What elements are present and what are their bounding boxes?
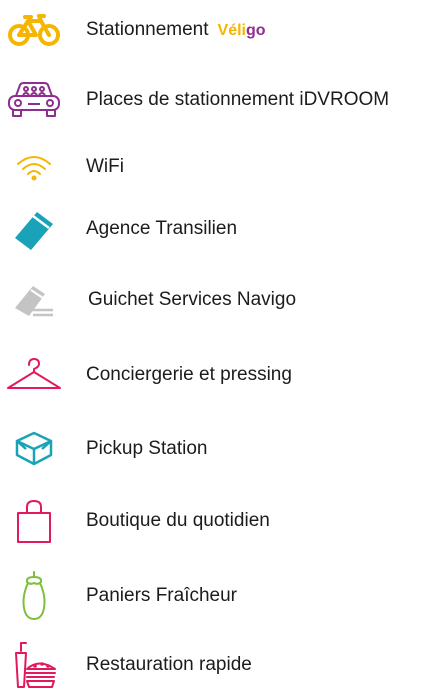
service-item-boutique[interactable]: Boutique du quotidien — [0, 486, 431, 556]
service-label: Conciergerie et pressing — [86, 364, 292, 385]
service-label: Paniers Fraîcheur — [86, 585, 238, 606]
ticket-card-icon — [4, 201, 64, 257]
service-item-conciergerie[interactable]: Conciergerie et pressing — [0, 340, 431, 410]
bicycle-icon — [4, 2, 64, 58]
navigo-pass-icon — [4, 272, 64, 328]
carpool-car-icon — [4, 72, 64, 128]
service-item-agence-transilien[interactable]: Agence Transilien — [0, 194, 431, 264]
service-item-wifi[interactable]: WiFi — [0, 132, 431, 202]
service-label: Stationnement — [86, 19, 209, 40]
service-label: Boutique du quotidien — [86, 510, 270, 531]
service-item-paniers-fraicheur[interactable]: Paniers Fraîcheur — [0, 561, 431, 631]
wifi-icon — [4, 139, 64, 195]
service-item-guichet-navigo[interactable]: Guichet Services Navigo — [0, 265, 431, 335]
service-item-idvroom[interactable]: Places de stationnement iDVROOM — [0, 65, 431, 135]
shopping-bag-icon — [4, 493, 64, 549]
service-label: Places de stationnement iDVROOM — [86, 89, 390, 110]
service-label: WiFi — [86, 156, 124, 177]
veligo-logo: Véligo — [217, 22, 266, 39]
clothes-hanger-icon — [4, 347, 64, 403]
service-item-restauration[interactable]: Restauration rapide — [0, 630, 431, 700]
service-label: Restauration rapide — [86, 654, 252, 675]
eggplant-icon — [4, 568, 64, 624]
service-item-pickup-station[interactable]: Pickup Station — [0, 414, 431, 484]
service-label: Agence Transilien — [86, 218, 238, 239]
service-label: Pickup Station — [86, 438, 208, 459]
service-label: Guichet Services Navigo — [88, 289, 297, 310]
service-item-veligo[interactable]: Stationnement Véligo — [0, 0, 431, 65]
parcel-box-icon — [4, 421, 64, 477]
